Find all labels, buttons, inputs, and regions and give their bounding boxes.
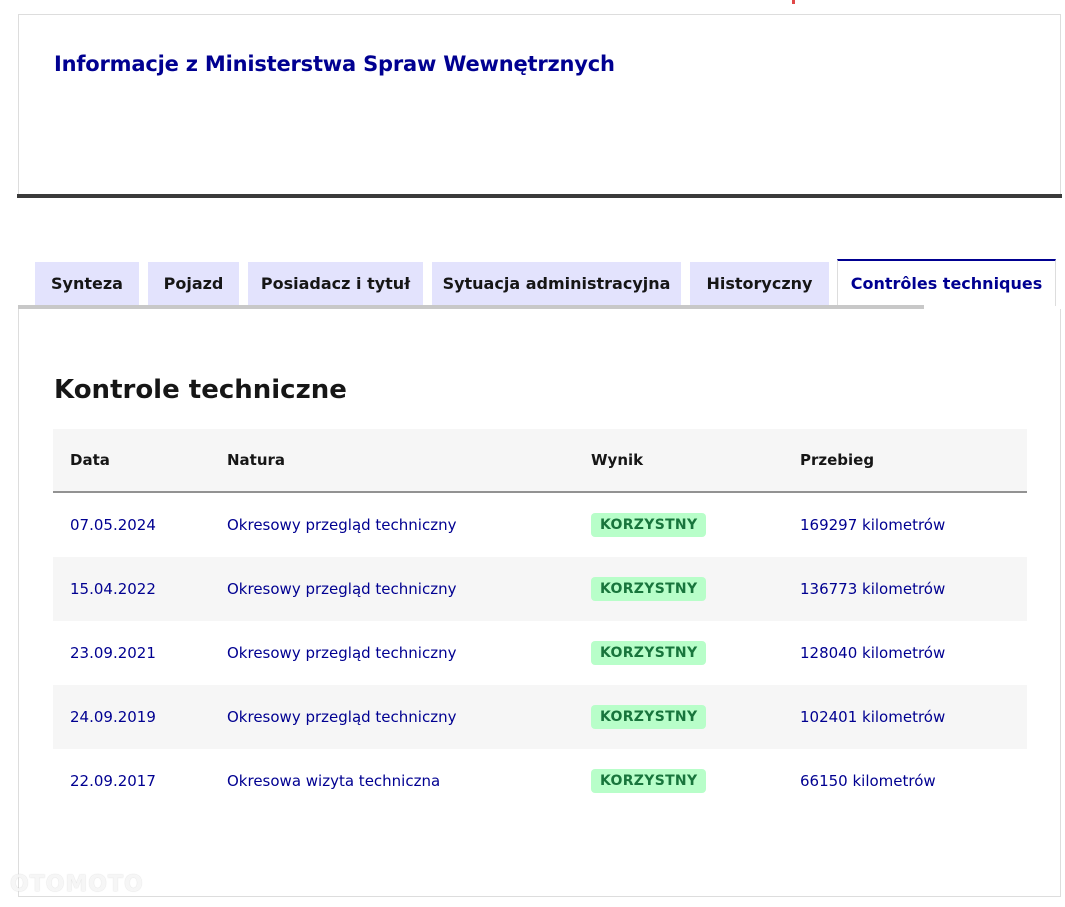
table-header: Data Natura Wynik Przebieg	[53, 429, 1027, 493]
cell-date: 23.09.2021	[70, 644, 156, 662]
cell-mileage: 66150 kilometrów	[800, 772, 936, 790]
header-divider	[17, 194, 1062, 198]
cell-date: 15.04.2022	[70, 580, 156, 598]
tab-bar: Synteza Pojazd Posiadacz i tytuł Sytuacj…	[18, 259, 1061, 309]
cell-result: KORZYSTNY	[591, 749, 707, 813]
info-header-card	[18, 14, 1061, 195]
tab-posiadacz[interactable]: Posiadacz i tytuł	[248, 262, 423, 305]
result-badge: KORZYSTNY	[591, 513, 707, 537]
tab-pojazd[interactable]: Pojazd	[148, 262, 239, 305]
cell-nature: Okresowy przegląd techniczny	[227, 516, 457, 534]
watermark-logo: OTOMOTO	[10, 872, 144, 897]
tab-synteza[interactable]: Synteza	[35, 262, 139, 305]
result-badge: KORZYSTNY	[591, 577, 707, 601]
inspections-table: Data Natura Wynik Przebieg 07.05.2024 Ok…	[53, 429, 1027, 813]
cell-date: 22.09.2017	[70, 772, 156, 790]
cell-nature: Okresowy przegląd techniczny	[227, 708, 457, 726]
tab-historyczny[interactable]: Historyczny	[690, 262, 829, 305]
table-row: 07.05.2024 Okresowy przegląd techniczny …	[53, 493, 1027, 557]
cell-mileage: 102401 kilometrów	[800, 708, 946, 726]
table-row: 22.09.2017 Okresowa wizyta techniczna KO…	[53, 749, 1027, 813]
column-header-mileage: Przebieg	[800, 451, 875, 469]
cell-nature: Okresowy przegląd techniczny	[227, 644, 457, 662]
header-title: Informacje z Ministerstwa Spraw Wewnętrz…	[54, 52, 615, 76]
cell-date: 07.05.2024	[70, 516, 156, 534]
cell-mileage: 128040 kilometrów	[800, 644, 946, 662]
cell-result: KORZYSTNY	[591, 621, 707, 685]
result-badge: KORZYSTNY	[591, 705, 707, 729]
top-red-mark	[792, 0, 795, 4]
table-row: 23.09.2021 Okresowy przegląd techniczny …	[53, 621, 1027, 685]
cell-result: KORZYSTNY	[591, 557, 707, 621]
cell-mileage: 169297 kilometrów	[800, 516, 946, 534]
column-header-date: Data	[70, 451, 110, 469]
tab-sytuacja-administracyjna[interactable]: Sytuacja administracyjna	[432, 262, 681, 305]
section-title: Kontrole techniczne	[54, 375, 347, 405]
tab-controles-techniques[interactable]: Contrôles techniques	[837, 259, 1056, 306]
table-row: 15.04.2022 Okresowy przegląd techniczny …	[53, 557, 1027, 621]
result-badge: KORZYSTNY	[591, 641, 707, 665]
column-header-result: Wynik	[591, 451, 644, 469]
result-badge: KORZYSTNY	[591, 769, 707, 793]
cell-result: KORZYSTNY	[591, 493, 707, 557]
table-row: 24.09.2019 Okresowy przegląd techniczny …	[53, 685, 1027, 749]
cell-nature: Okresowy przegląd techniczny	[227, 580, 457, 598]
cell-date: 24.09.2019	[70, 708, 156, 726]
cell-mileage: 136773 kilometrów	[800, 580, 946, 598]
column-header-nature: Natura	[227, 451, 286, 469]
cell-nature: Okresowa wizyta techniczna	[227, 772, 441, 790]
cell-result: KORZYSTNY	[591, 685, 707, 749]
